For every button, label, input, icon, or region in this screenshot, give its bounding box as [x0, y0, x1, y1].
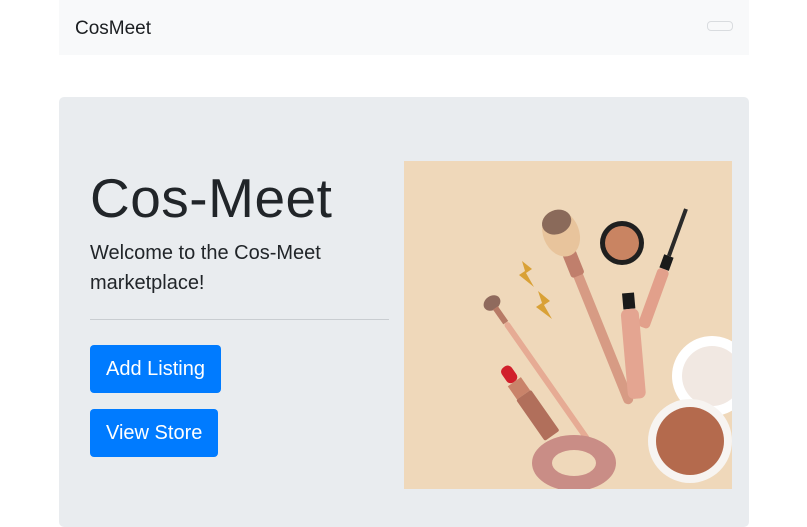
navbar-brand[interactable]: CosMeet [75, 17, 151, 41]
blush-compact [600, 221, 644, 265]
hero-image [404, 161, 732, 489]
view-store-button[interactable]: View Store [90, 409, 219, 457]
add-listing-button[interactable]: Add Listing [90, 345, 221, 393]
hero-divider [90, 319, 389, 320]
hero-lead: Welcome to the Cos-Meet marketplace! [90, 242, 321, 294]
velvet-scrunchie [532, 435, 616, 489]
hero-title: Cos-Meet [90, 167, 333, 229]
makeup-products-illustration [404, 161, 732, 489]
navbar-toggler-button[interactable] [707, 21, 733, 31]
hero-jumbotron: Cos-Meet Welcome to the Cos-Meet marketp… [59, 97, 749, 527]
navbar: CosMeet [59, 0, 749, 55]
